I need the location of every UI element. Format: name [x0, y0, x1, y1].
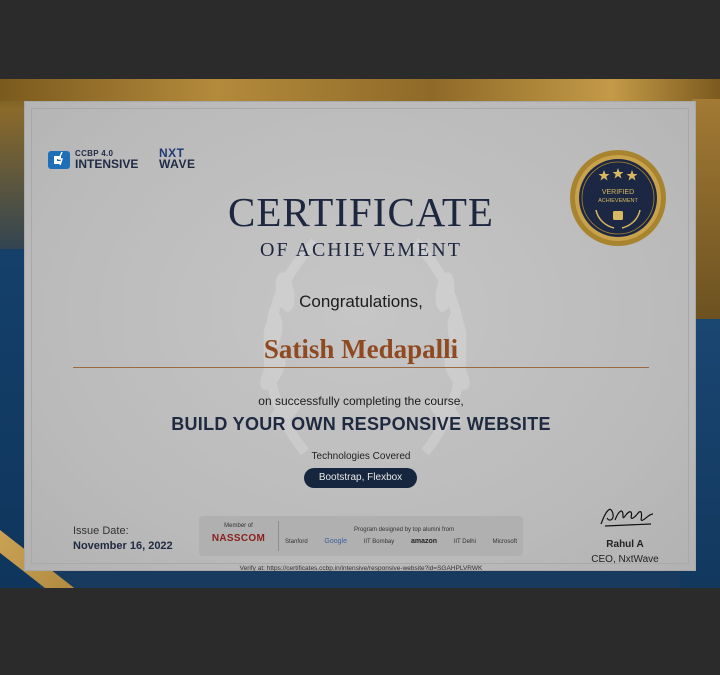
name-underline: [73, 367, 649, 368]
certificate-title: CERTIFICATE: [228, 189, 494, 235]
member-block: Member of NASSCOM: [199, 521, 279, 551]
iit-bombay-logo: IIT Bombay: [363, 538, 395, 545]
member-label: Member of: [224, 523, 253, 529]
signatory-role: CEO, NxtWave: [591, 553, 659, 565]
technologies-label: Technologies Covered: [311, 451, 411, 462]
nasscom-logo: NASSCOM: [211, 533, 266, 544]
technologies-pill: Bootstrap, Flexbox: [304, 468, 417, 488]
microsoft-logo: Microsoft: [492, 538, 517, 545]
certificate-frame: CCBP 4.0 INTENSIVE NXT WAVE VERIFIED ACH…: [0, 79, 720, 588]
recipient-name: Satish Medapalli: [263, 334, 459, 364]
viewer-bottom-bar: [0, 588, 720, 675]
iit-delhi-logo: IIT Delhi: [453, 538, 476, 545]
signatory-name: Rahul A: [606, 539, 644, 550]
congratulations-text: Congratulations,: [299, 292, 423, 311]
gold-border-top: [0, 79, 720, 101]
program-label: Program designed by top alumni from: [353, 527, 455, 533]
course-title: BUILD YOUR OWN RESPONSIVE WEBSITE: [171, 414, 551, 434]
signature-icon: [600, 508, 654, 527]
issue-date-value: November 16, 2022: [73, 539, 173, 552]
nxtwave-logo: NXT WAVE: [159, 147, 196, 172]
issue-date-label: Issue Date:: [73, 525, 129, 537]
amazon-logo: amazon: [410, 538, 438, 545]
ccbp-mark-icon: [48, 151, 70, 169]
wave-text: WAVE: [159, 157, 196, 172]
stanford-logo: Stanford: [285, 538, 308, 545]
signatory-block: Rahul A CEO, NxtWave: [565, 538, 685, 567]
partners-strip: Member of NASSCOM Program designed by to…: [199, 516, 523, 556]
certificate-subtitle: OF ACHIEVEMENT: [260, 239, 462, 261]
completion-text: on successfully completing the course,: [258, 394, 464, 408]
viewer-top-bar: [0, 0, 720, 79]
ccbp-intensive: INTENSIVE: [75, 157, 139, 171]
issue-date-block: Issue Date: November 16, 2022: [73, 524, 173, 554]
google-logo: Google: [324, 538, 347, 545]
alumni-block: Program designed by top alumni from Stan…: [279, 527, 523, 545]
certificate-paper: CCBP 4.0 INTENSIVE NXT WAVE VERIFIED ACH…: [24, 101, 696, 572]
ccbp-logo: CCBP 4.0 INTENSIVE: [47, 148, 138, 172]
